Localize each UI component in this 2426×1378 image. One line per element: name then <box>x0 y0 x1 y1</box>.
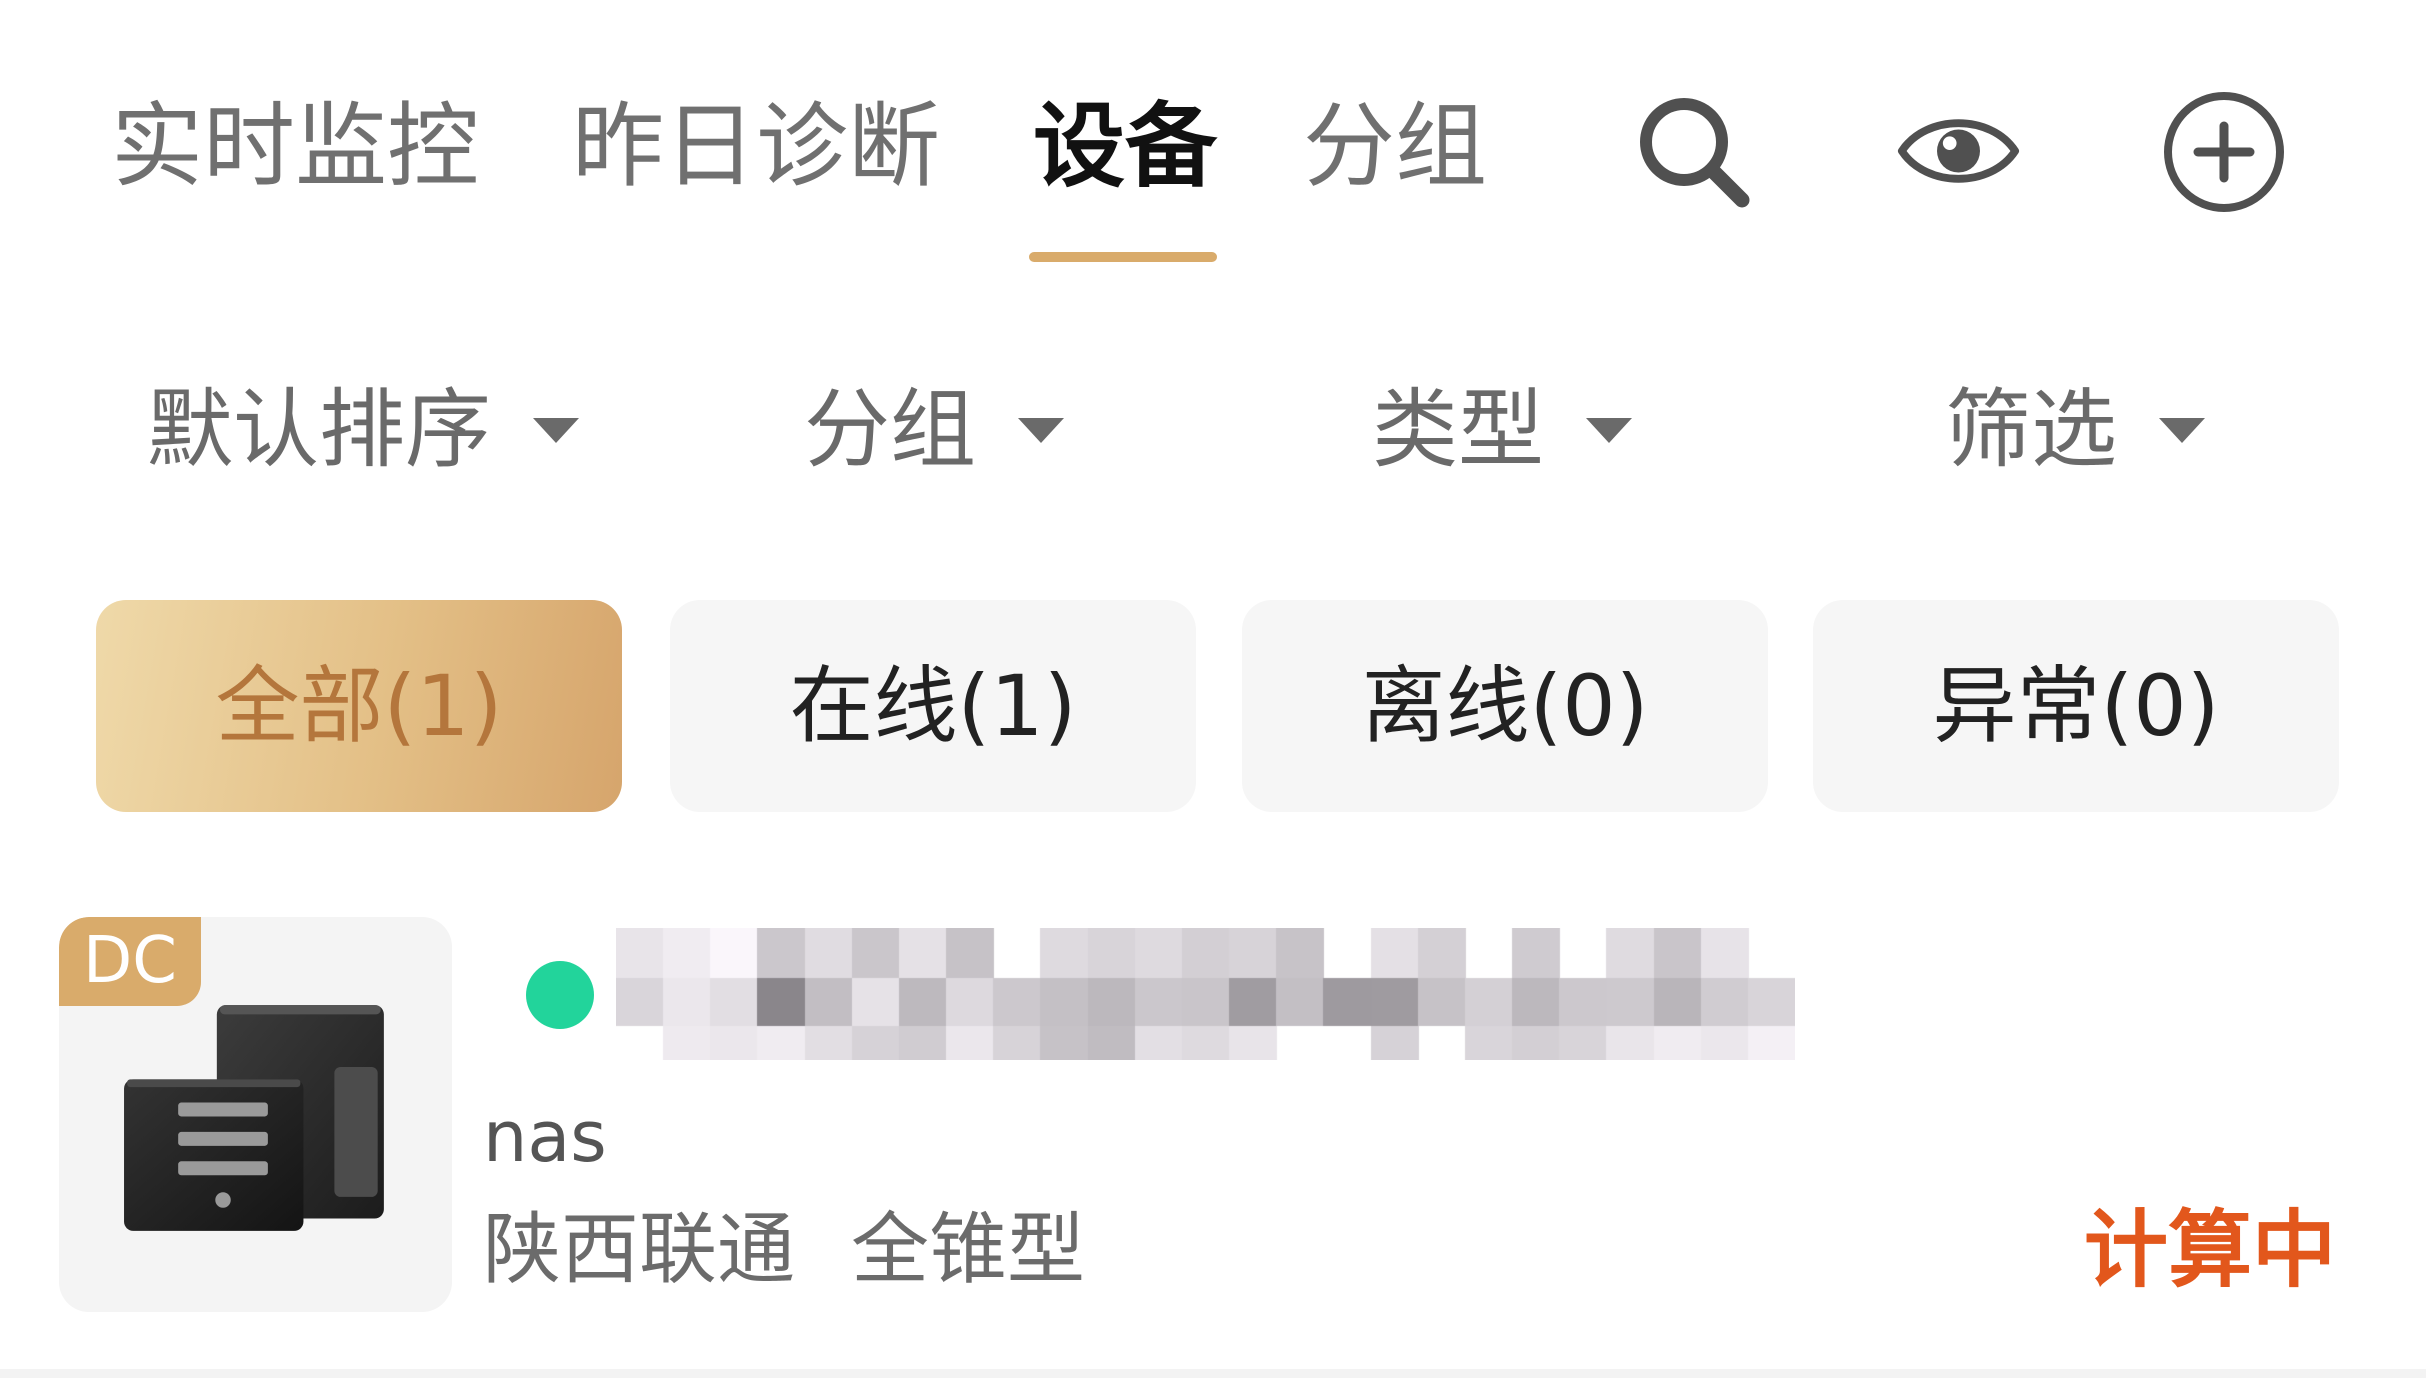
tab-devices[interactable]: 设备 <box>1033 101 1217 193</box>
active-tab-indicator <box>1029 252 1217 262</box>
device-list-item[interactable]: DC nas 陕西联通 全锥型 计算中 <box>0 900 2426 1330</box>
status-chip-label: 异常(0) <box>1932 657 2220 755</box>
visibility-toggle-button[interactable] <box>1895 108 2022 194</box>
eye-icon <box>1897 119 2020 183</box>
bottom-divider <box>0 1369 2426 1378</box>
online-status-dot <box>526 961 594 1029</box>
type-dropdown-label: 类型 <box>1372 380 1544 480</box>
add-circle-icon <box>2164 92 2284 212</box>
device-thumbnail: DC <box>59 917 452 1312</box>
group-dropdown[interactable]: 分组 <box>804 387 1064 473</box>
device-type: nas <box>483 1096 607 1178</box>
status-chip-online[interactable]: 在线(1) <box>670 600 1196 812</box>
filter-dropdown[interactable]: 筛选 <box>1945 387 2205 473</box>
device-state: 计算中 <box>2083 1201 2336 1299</box>
filter-dropdown-label: 筛选 <box>1945 380 2117 480</box>
device-meta: 陕西联通 全锥型 <box>483 1211 1085 1289</box>
status-chip-label: 在线(1) <box>789 657 1077 755</box>
sort-dropdown[interactable]: 默认排序 <box>147 387 579 473</box>
status-chip-label: 离线(0) <box>1361 657 1649 755</box>
tab-yesterday-diagnosis[interactable]: 昨日诊断 <box>572 101 940 193</box>
device-badge: DC <box>59 917 201 1006</box>
device-isp: 陕西联通 <box>483 1205 796 1295</box>
status-chip-abnormal[interactable]: 异常(0) <box>1813 600 2339 812</box>
search-button[interactable] <box>1632 90 1756 214</box>
caret-down-icon <box>533 417 579 443</box>
sort-dropdown-label: 默认排序 <box>147 380 491 480</box>
type-dropdown[interactable]: 类型 <box>1372 387 1632 473</box>
caret-down-icon <box>2159 417 2205 443</box>
server-icon <box>124 1005 384 1231</box>
group-dropdown-label: 分组 <box>804 380 976 480</box>
status-chip-all[interactable]: 全部(1) <box>96 600 622 812</box>
caret-down-icon <box>1586 417 1632 443</box>
tab-realtime-monitor[interactable]: 实时监控 <box>111 101 479 193</box>
status-chip-label: 全部(1) <box>215 657 503 755</box>
caret-down-icon <box>1018 417 1064 443</box>
status-chip-offline[interactable]: 离线(0) <box>1242 600 1768 812</box>
tab-groups[interactable]: 分组 <box>1303 101 1487 193</box>
device-name-pixelated <box>616 928 1795 1060</box>
device-nat-type: 全锥型 <box>851 1205 1086 1295</box>
add-device-button[interactable] <box>2161 90 2287 214</box>
search-icon <box>1640 98 1750 208</box>
